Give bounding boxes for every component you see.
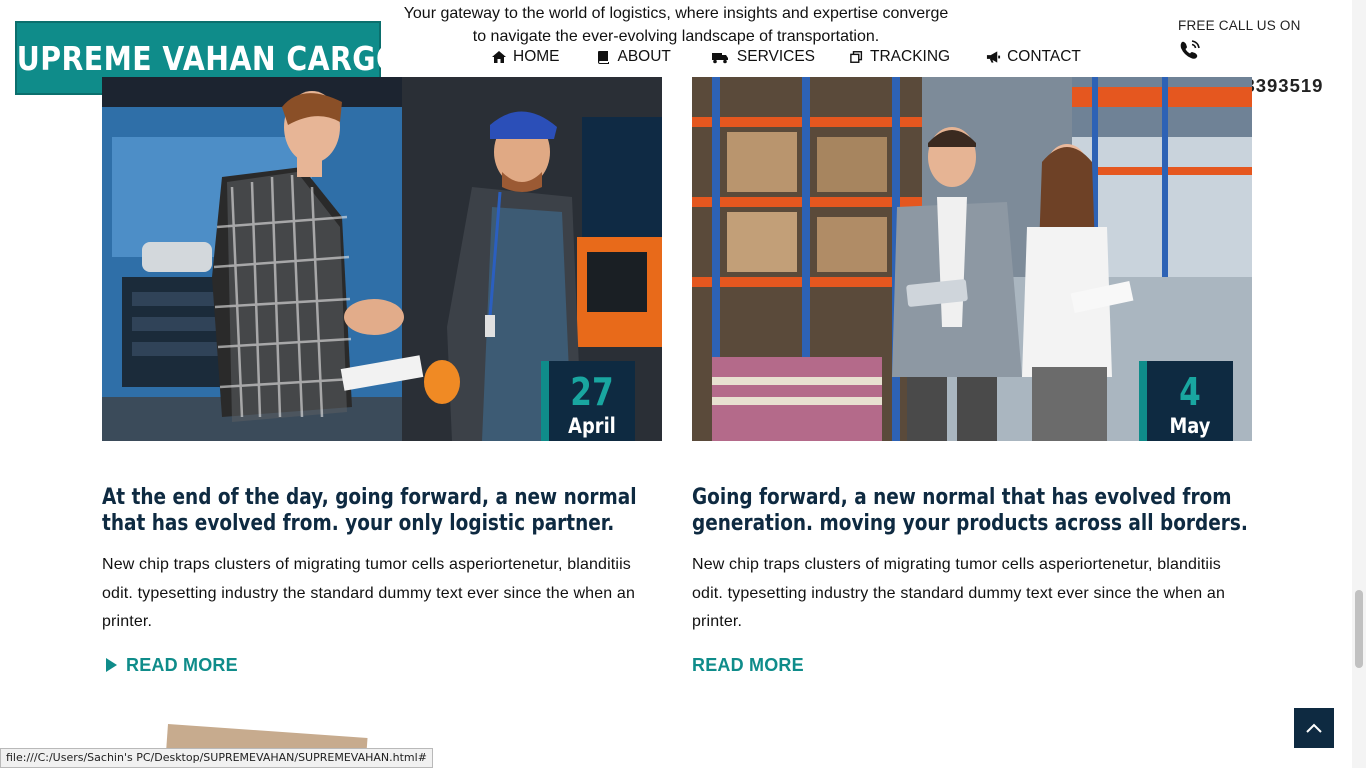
blog-image-1: 27 April xyxy=(102,77,662,441)
nav-services[interactable]: SERVICES xyxy=(711,48,815,66)
page-scrollbar[interactable] xyxy=(1352,0,1366,768)
browser-status-bar: file:///C:/Users/Sachin's PC/Desktop/SUP… xyxy=(0,748,433,768)
nav-tracking-label: TRACKING xyxy=(870,48,951,65)
post-title[interactable]: At the end of the day, going forward, a … xyxy=(102,485,673,537)
read-more-link[interactable]: READ MORE xyxy=(102,655,238,676)
back-to-top-button[interactable] xyxy=(1294,708,1334,748)
nav-home[interactable]: HOME xyxy=(491,48,560,66)
copy-icon xyxy=(850,51,863,63)
post-month: May xyxy=(1169,414,1211,438)
main-nav: HOME ABOUT SERVICES TRACKING CONTACT xyxy=(491,47,1081,67)
read-more-link[interactable]: READ MORE xyxy=(692,655,804,676)
nav-contact-label: CONTACT xyxy=(1007,48,1081,65)
date-badge-1: 27 April xyxy=(541,361,635,441)
truck-icon xyxy=(711,53,728,64)
post-title[interactable]: Going forward, a new normal that has evo… xyxy=(692,485,1263,537)
nav-tracking[interactable]: TRACKING xyxy=(850,48,950,66)
home-icon xyxy=(492,51,506,63)
book-icon xyxy=(597,51,609,64)
post-day: 27 xyxy=(570,370,614,414)
tagline: Your gateway to the world of logistics, … xyxy=(366,2,986,48)
post-month: April xyxy=(568,414,616,438)
chevron-up-icon xyxy=(1306,723,1322,733)
date-badge-2: 4 May xyxy=(1139,361,1233,441)
nav-contact[interactable]: CONTACT xyxy=(986,48,1081,66)
megaphone-icon xyxy=(987,51,1001,63)
post-excerpt: New chip traps clusters of migrating tum… xyxy=(692,556,1226,630)
blog-image-2: 4 May xyxy=(692,77,1252,441)
blog-card-1: 27 April At the end of the day, going fo… xyxy=(102,77,662,677)
nav-about[interactable]: ABOUT xyxy=(596,48,671,66)
post-day: 4 xyxy=(1179,370,1201,414)
nav-about-label: ABOUT xyxy=(617,48,671,65)
phone-icon[interactable] xyxy=(1178,39,1202,61)
tagline-line-1: Your gateway to the world of logistics, … xyxy=(403,5,949,22)
scrollbar-thumb[interactable] xyxy=(1355,590,1363,668)
logo-text: SUPREME VAHAN CARGO xyxy=(0,38,401,78)
read-more-label: READ MORE xyxy=(692,654,804,675)
play-arrow-icon xyxy=(106,658,117,672)
nav-services-label: SERVICES xyxy=(736,48,816,65)
tagline-line-2: to navigate the ever-evolving landscape … xyxy=(472,28,880,45)
blog-card-2: 4 May Going forward, a new normal that h… xyxy=(692,77,1252,676)
call-label: FREE CALL US ON xyxy=(1178,18,1301,33)
nav-home-label: HOME xyxy=(513,48,560,65)
call-box: FREE CALL US ON 917303393519 xyxy=(1178,18,1358,96)
read-more-label: READ MORE xyxy=(126,654,238,675)
post-excerpt: New chip traps clusters of migrating tum… xyxy=(102,556,636,630)
